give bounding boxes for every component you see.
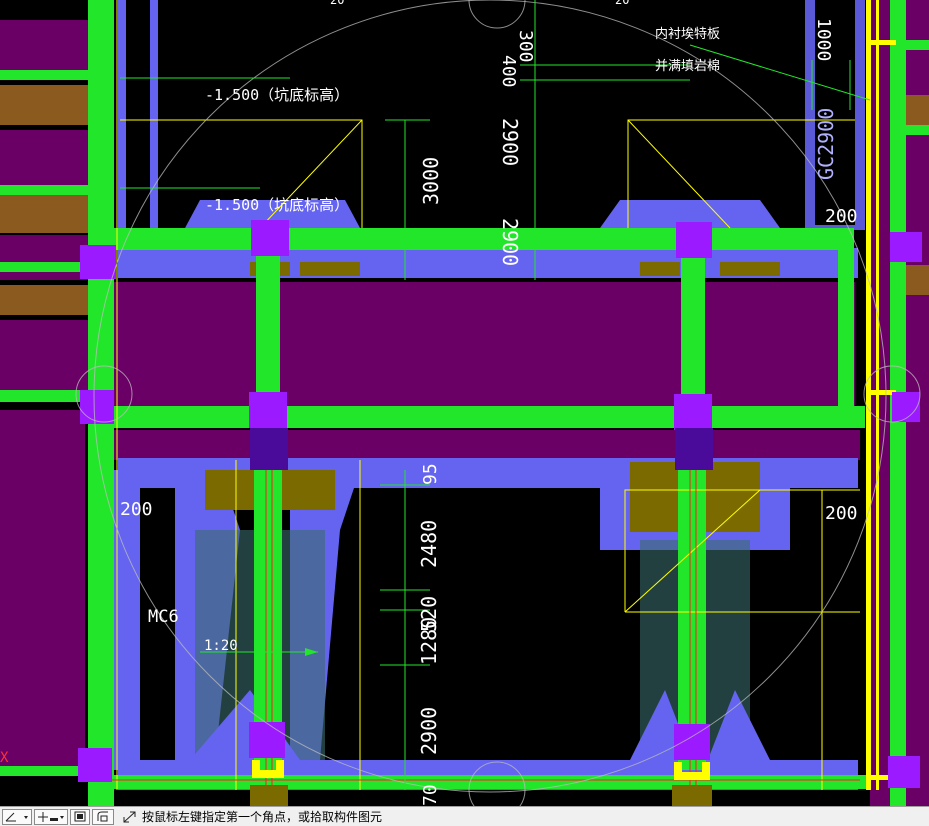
angle-icon[interactable]	[2, 808, 32, 825]
prompt-text: 按鼠标左键指定第一个角点，或拾取构件图元	[142, 810, 383, 824]
green-beam-vertical	[681, 250, 705, 400]
dim-text: 2900	[417, 707, 441, 755]
dim-text: 2900	[498, 118, 522, 166]
grip-circle[interactable]	[468, 0, 526, 29]
dim-text: 95	[420, 463, 441, 485]
olive-block	[250, 785, 288, 806]
column[interactable]	[674, 394, 712, 430]
status-bar: 按鼠标左键指定第一个角点，或拾取构件图元	[0, 806, 929, 826]
wall-block	[0, 410, 85, 770]
dim-text: 3000	[419, 157, 443, 205]
column[interactable]	[80, 245, 116, 279]
green-beam-right	[838, 228, 854, 428]
olive-block	[720, 262, 780, 276]
door-label: MC6	[148, 607, 179, 627]
wall-block	[0, 320, 90, 390]
dim-text: 1280	[417, 617, 441, 665]
select-icon[interactable]	[70, 808, 90, 825]
dim-text: 2480	[417, 520, 441, 568]
brown-band	[0, 285, 90, 315]
green-beam-top	[90, 228, 850, 250]
green-beam-bottom	[88, 775, 868, 789]
green-beam-vertical	[256, 250, 280, 400]
green-beam-middle	[90, 406, 865, 428]
wall-block	[0, 130, 90, 190]
column-lower	[250, 428, 288, 470]
dim-text: 400	[498, 55, 519, 88]
fill-label: 并满填岩棉	[655, 59, 720, 74]
yellow-wall-line	[866, 390, 896, 395]
wall-block	[0, 235, 90, 280]
dim-text: 1000	[813, 18, 834, 61]
green-beam-stub	[0, 390, 88, 402]
column[interactable]	[890, 232, 922, 262]
dim-text: 20	[330, 0, 344, 7]
slope-label: 1:20	[204, 638, 238, 654]
column[interactable]	[78, 748, 112, 782]
dim-text: 20	[615, 0, 629, 7]
cad-drawing-canvas[interactable]: -1.500（坑底标高） -1.500（坑底标高） 内衬埃特板 并满填岩棉 MC…	[0, 0, 929, 806]
column-lower	[675, 428, 713, 470]
olive-block	[640, 262, 680, 276]
olive-block	[672, 785, 712, 806]
dim-text: 200	[825, 206, 858, 227]
blue-wall-gap	[126, 0, 150, 230]
brown-band	[0, 195, 90, 233]
dim-text: 2900	[498, 218, 522, 266]
pit-elevation-label: -1.500（坑底标高）	[205, 86, 349, 104]
command-prompt: 按鼠标左键指定第一个角点，或拾取构件图元	[122, 808, 382, 825]
liner-label: 内衬埃特板	[655, 26, 720, 42]
column[interactable]	[249, 722, 285, 758]
column[interactable]	[80, 390, 114, 424]
column[interactable]	[888, 756, 920, 788]
green-beam-stub	[906, 40, 929, 50]
pit-elevation-label: -1.500（坑底标高）	[205, 196, 349, 214]
green-beam-stub	[0, 262, 88, 272]
green-beam-stub	[906, 125, 929, 135]
brown-band	[905, 95, 929, 125]
rotate-icon[interactable]	[92, 808, 114, 825]
wall-band-lower	[110, 430, 860, 460]
axis-x-label: X	[0, 750, 9, 766]
dim-text: 70	[420, 784, 441, 806]
ortho-icon[interactable]	[34, 808, 68, 825]
green-beam-stub	[0, 70, 90, 80]
column[interactable]	[892, 392, 920, 422]
window-label: GC2900	[814, 108, 838, 180]
column[interactable]	[251, 220, 289, 256]
resize-arrow-icon	[123, 811, 136, 822]
dim-text: 200	[825, 503, 858, 524]
olive-block	[300, 262, 360, 276]
brown-band	[905, 265, 929, 295]
yellow-wall-line	[866, 40, 896, 45]
green-beam-stub	[0, 185, 90, 195]
column[interactable]	[676, 222, 712, 258]
wall-band-middle	[110, 282, 855, 408]
floor-plan-svg[interactable]: -1.500（坑底标高） -1.500（坑底标高） 内衬埃特板 并满填岩棉 MC…	[0, 0, 929, 806]
green-beam-stub	[0, 766, 88, 776]
column[interactable]	[249, 392, 287, 428]
dim-text: 200	[120, 499, 153, 520]
brown-band	[0, 85, 90, 125]
